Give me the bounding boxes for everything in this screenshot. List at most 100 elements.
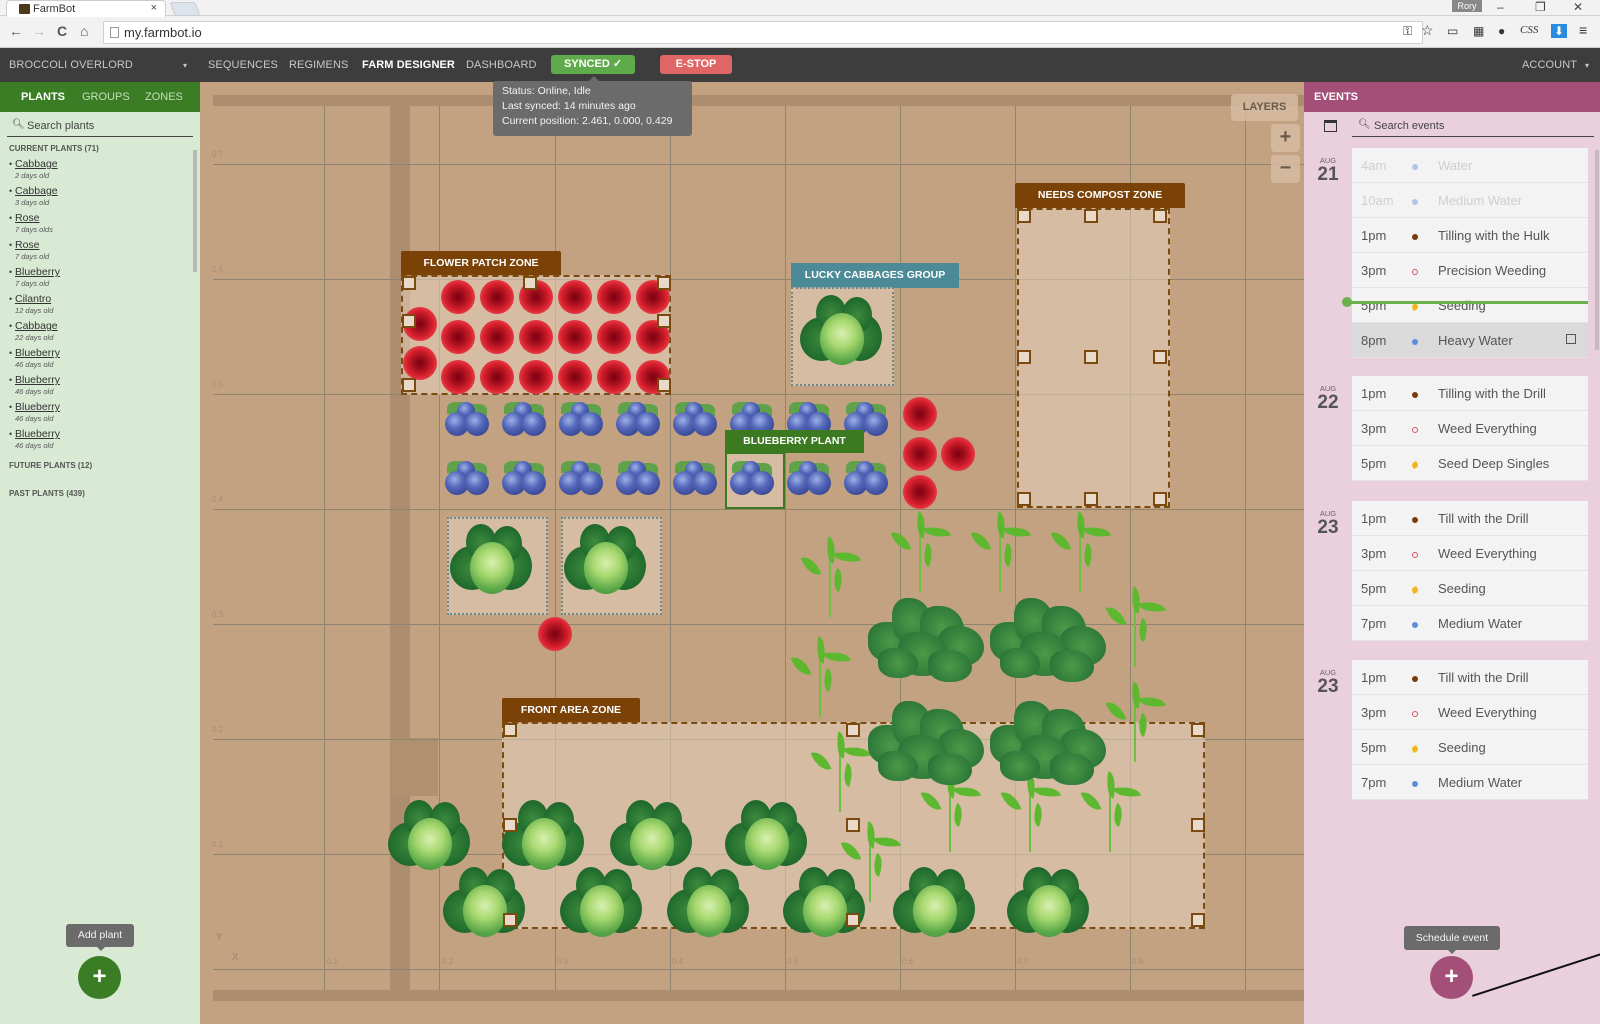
rose-plant[interactable]	[480, 280, 514, 314]
flower-patch-zone-label[interactable]: FLOWER PATCH ZONE	[401, 251, 561, 276]
rose-plant[interactable]	[903, 475, 937, 509]
forward-icon[interactable]: →	[32, 23, 46, 39]
window-close-icon[interactable]: ✕	[1573, 0, 1583, 14]
rose-plant[interactable]	[441, 280, 475, 314]
blueberry-plant[interactable]	[842, 459, 890, 499]
cilantro-seedling[interactable]	[1105, 586, 1166, 667]
rose-plant[interactable]	[597, 360, 631, 394]
sync-button[interactable]: SYNCED ✓	[551, 55, 635, 74]
farm-name[interactable]: BROCCOLI OVERLORD	[9, 59, 133, 71]
search-plants-input[interactable]: 🔍︎ Search plants	[7, 116, 193, 137]
zone-resize-handle[interactable]	[503, 723, 517, 737]
zone-resize-handle[interactable]	[657, 378, 671, 392]
plant-list-item[interactable]: • Blueberry 46 days old	[9, 401, 189, 428]
home-icon[interactable]: ⌂	[80, 23, 88, 39]
rose-plant[interactable]	[538, 617, 572, 651]
event-row[interactable]: 4am Water	[1352, 148, 1588, 183]
farm-dropdown-icon[interactable]: ▾	[183, 61, 187, 70]
event-row[interactable]: 7pm Medium Water	[1352, 606, 1588, 641]
cilantro-seedling[interactable]	[970, 511, 1031, 592]
plant-name[interactable]: Cabbage	[15, 320, 58, 332]
zoom-in-button[interactable]: +	[1271, 124, 1300, 152]
blueberry-plant[interactable]	[557, 459, 605, 499]
current-plants-title[interactable]: CURRENT PLANTS (71)	[9, 144, 99, 153]
parsley-plant[interactable]	[868, 695, 984, 791]
rose-plant[interactable]	[903, 437, 937, 471]
film-icon[interactable]: ▦	[1473, 24, 1484, 38]
front-area-zone-label[interactable]: FRONT AREA ZONE	[502, 698, 640, 723]
cast-icon[interactable]: ▭	[1447, 24, 1458, 38]
zone-resize-handle[interactable]	[657, 276, 671, 290]
zone-resize-handle[interactable]	[657, 314, 671, 328]
zone-resize-handle[interactable]	[846, 913, 860, 927]
add-plant-button[interactable]: +	[78, 956, 121, 999]
blueberry-plant[interactable]	[671, 400, 719, 440]
rose-plant[interactable]	[519, 320, 553, 354]
account-menu[interactable]: ACCOUNT	[1522, 59, 1577, 71]
zone-resize-handle[interactable]	[1017, 350, 1031, 364]
rose-plant[interactable]	[441, 360, 475, 394]
zone-resize-handle[interactable]	[846, 818, 860, 832]
rose-plant[interactable]	[558, 320, 592, 354]
rose-plant[interactable]	[558, 280, 592, 314]
event-row[interactable]: 10am Medium Water	[1352, 183, 1588, 218]
parsley-plant[interactable]	[868, 592, 984, 688]
event-row[interactable]: 8pm Heavy Water	[1352, 323, 1588, 358]
tab-close-icon[interactable]: ×	[151, 2, 157, 14]
event-row[interactable]: 1pm Till with the Drill	[1352, 501, 1588, 536]
cabbage-plant[interactable]	[893, 867, 977, 945]
parsley-plant[interactable]	[990, 592, 1106, 688]
plant-list-item[interactable]: • Cabbage 2 days old	[9, 158, 189, 185]
zone-resize-handle[interactable]	[1084, 209, 1098, 223]
css-extension-icon[interactable]: CSS	[1520, 24, 1538, 36]
cabbage-plant[interactable]	[667, 867, 751, 945]
plant-name[interactable]: Cabbage	[15, 185, 58, 197]
plant-list-item[interactable]: • Blueberry 46 days old	[9, 374, 189, 401]
future-plants-title[interactable]: FUTURE PLANTS (12)	[9, 461, 92, 470]
nav-farm-designer[interactable]: FARM DESIGNER	[362, 59, 455, 71]
blueberry-plant[interactable]	[785, 459, 833, 499]
blueberry-plant[interactable]	[671, 459, 719, 499]
rose-plant[interactable]	[480, 320, 514, 354]
event-row[interactable]: 3pm Weed Everything	[1352, 536, 1588, 571]
event-row[interactable]: 3pm Weed Everything	[1352, 695, 1588, 730]
event-row[interactable]: 1pm Tilling with the Drill	[1352, 376, 1588, 411]
zone-resize-handle[interactable]	[402, 314, 416, 328]
event-row[interactable]: 5pm Seeding	[1352, 730, 1588, 765]
rose-plant[interactable]	[441, 320, 475, 354]
zone-resize-handle[interactable]	[1017, 209, 1031, 223]
download-icon[interactable]: ⬇	[1551, 24, 1567, 38]
reload-icon[interactable]: C	[57, 23, 67, 39]
blueberry-plant[interactable]	[443, 459, 491, 499]
cilantro-seedling[interactable]	[790, 636, 851, 717]
menu-icon[interactable]: ≡	[1579, 22, 1587, 38]
zone-resize-handle[interactable]	[846, 723, 860, 737]
rose-plant[interactable]	[597, 320, 631, 354]
rose-plant[interactable]	[903, 397, 937, 431]
browser-user-chip[interactable]: Rory	[1452, 0, 1482, 12]
plant-list-item[interactable]: • Cabbage 3 days old	[9, 185, 189, 212]
nav-regimens[interactable]: REGIMENS	[289, 59, 348, 71]
bookmark-star-icon[interactable]: ☆	[1421, 22, 1434, 39]
search-events-input[interactable]: 🔍︎ Search events	[1352, 115, 1594, 137]
plant-name[interactable]: Cabbage	[15, 158, 58, 170]
cabbage-plant[interactable]	[450, 524, 534, 602]
zone-resize-handle[interactable]	[1153, 350, 1167, 364]
plant-name[interactable]: Rose	[15, 212, 40, 224]
layers-button[interactable]: LAYERS	[1231, 94, 1298, 121]
plant-name[interactable]: Rose	[15, 239, 40, 251]
plant-list-item[interactable]: • Rose 7 days old	[9, 239, 189, 266]
blueberry-plant[interactable]	[614, 400, 662, 440]
restore-icon[interactable]: ❐	[1535, 0, 1546, 14]
cilantro-seedling[interactable]	[800, 536, 861, 617]
events-scrollbar[interactable]	[1595, 150, 1599, 350]
zone-resize-handle[interactable]	[402, 276, 416, 290]
blueberry-plant[interactable]	[614, 459, 662, 499]
plant-list-item[interactable]: • Blueberry 46 days old	[9, 347, 189, 374]
rose-plant[interactable]	[519, 360, 553, 394]
calendar-icon[interactable]	[1324, 120, 1337, 132]
rose-plant[interactable]	[480, 360, 514, 394]
zone-resize-handle[interactable]	[402, 378, 416, 392]
plant-list-item[interactable]: • Rose 7 days olds	[9, 212, 189, 239]
nav-dashboard[interactable]: DASHBOARD	[466, 59, 537, 71]
